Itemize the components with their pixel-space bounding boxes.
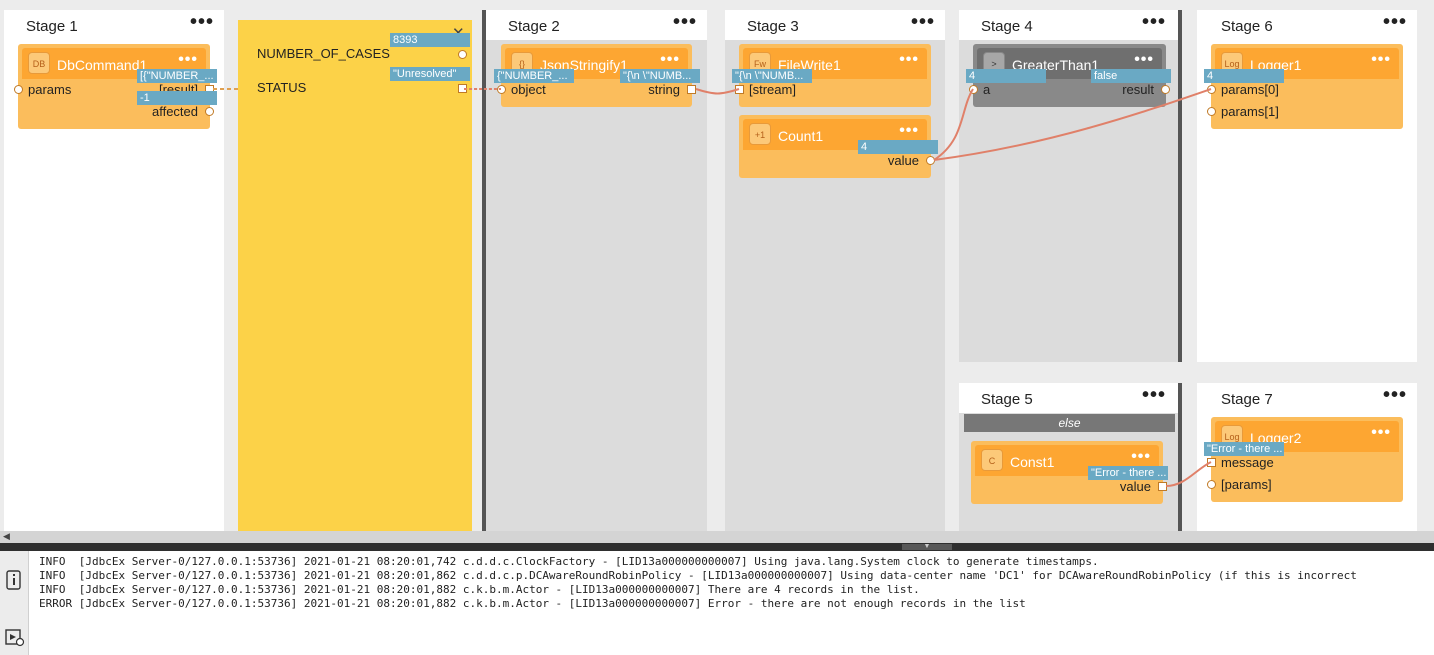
inspector-value-badge: 8393 <box>390 33 470 47</box>
port-label: object <box>511 82 546 97</box>
stage-title: Stage 2 <box>508 18 560 35</box>
stage-menu-button[interactable]: ••• <box>1142 385 1166 405</box>
port-label: params <box>28 82 72 97</box>
input-port[interactable] <box>1207 85 1216 94</box>
console-toolbar <box>0 551 29 655</box>
output-port[interactable] <box>205 107 214 116</box>
stage-title: Stage 4 <box>981 18 1033 35</box>
input-port[interactable] <box>969 85 978 94</box>
inspector-value-badge: "Unresolved" <box>390 67 470 81</box>
stage-title: Stage 3 <box>747 18 799 35</box>
port-value-badge: [{"NUMBER_... <box>137 69 217 83</box>
port-value-badge: false <box>1091 69 1171 83</box>
input-port[interactable] <box>497 85 506 94</box>
stage-menu-button[interactable]: ••• <box>1142 12 1166 32</box>
node-jsonstringify1[interactable]: {} JsonStringify1 ••• object string {"NU… <box>494 44 700 107</box>
input-port[interactable] <box>1207 480 1216 489</box>
output-port[interactable] <box>926 156 935 165</box>
log-line: INFO [JdbcEx Server-0/127.0.0.1:53736] 2… <box>39 583 920 596</box>
log-line: INFO [JdbcEx Server-0/127.0.0.1:53736] 2… <box>39 555 1099 568</box>
log-line: ERROR [JdbcEx Server-0/127.0.0.1:53736] … <box>39 597 1026 610</box>
port-value-badge: 4 <box>966 69 1046 83</box>
node-count1[interactable]: +1 Count1 ••• value 4 <box>739 115 938 178</box>
node-logger1[interactable]: Log Logger1 ••• params[0] params[1] 4 <box>1204 44 1403 129</box>
data-inspector-panel[interactable]: NUMBER_OF_CASES STATUS ✕ 8393 "Unresolve… <box>238 20 472 531</box>
stage-divider <box>1178 383 1182 531</box>
inspector-field-number-of-cases: NUMBER_OF_CASES <box>257 46 390 61</box>
node-logger2[interactable]: Log Logger2 ••• message [params] "Error … <box>1204 417 1403 502</box>
increment-icon: +1 <box>749 123 771 145</box>
node-title: Const1 <box>1010 454 1055 470</box>
stage-menu-button[interactable]: ••• <box>673 12 697 32</box>
port-value-badge: "Error - there ... <box>1204 442 1284 456</box>
triangle-left-icon[interactable]: ◀ <box>3 531 10 542</box>
node-menu-button[interactable]: ••• <box>1134 51 1154 69</box>
port-label: [stream] <box>749 82 796 97</box>
port-label: message <box>1221 455 1274 470</box>
stage-menu-button[interactable]: ••• <box>1383 12 1407 32</box>
port-label: value <box>1119 479 1151 494</box>
node-menu-button[interactable]: ••• <box>899 51 919 69</box>
node-const1[interactable]: C Const1 ••• value "Error - there ... <box>971 441 1168 504</box>
log-console[interactable]: INFO [JdbcEx Server-0/127.0.0.1:53736] 2… <box>29 551 1434 655</box>
stage-title: Stage 1 <box>26 18 78 35</box>
port-label: [params] <box>1221 477 1272 492</box>
panel-splitter[interactable]: ▼ <box>0 543 1434 551</box>
port-label: string <box>648 82 680 97</box>
stage-menu-button[interactable]: ••• <box>190 12 214 32</box>
port-value-badge: "{\n \"NUMB... <box>732 69 812 83</box>
input-port[interactable] <box>1207 458 1216 467</box>
port-value-badge: -1 <box>137 91 217 105</box>
output-port[interactable] <box>1161 85 1170 94</box>
stage-title: Stage 6 <box>1221 18 1273 35</box>
node-menu-button[interactable]: ••• <box>899 122 919 140</box>
else-branch-label: else <box>964 414 1175 432</box>
node-title: DbCommand1 <box>57 57 148 73</box>
stage-menu-button[interactable]: ••• <box>911 12 935 32</box>
database-icon: DB <box>28 52 50 74</box>
inspector-field-status: STATUS <box>257 80 307 95</box>
port-label: value <box>887 153 919 168</box>
output-port[interactable] <box>1158 482 1167 491</box>
port-value-badge: 4 <box>858 140 938 154</box>
port-value-badge: "Error - there ... <box>1088 466 1168 480</box>
stage-title: Stage 5 <box>981 391 1033 408</box>
port-value-badge: {"NUMBER_... <box>494 69 574 83</box>
node-greaterthan1[interactable]: > GreaterThan1 ••• a result 4 false <box>966 44 1171 107</box>
node-dbcommand1[interactable]: DB DbCommand1 ••• params [result] affect… <box>14 44 217 129</box>
port-label: affected <box>151 104 198 119</box>
node-title: Count1 <box>778 128 824 144</box>
constant-icon: C <box>981 449 1003 471</box>
info-icon[interactable] <box>5 569 23 591</box>
node-filewrite1[interactable]: Fw FileWrite1 ••• [stream] "{\n \"NUMB..… <box>732 44 931 107</box>
stage-divider <box>1178 10 1182 362</box>
port-label: result <box>1122 82 1154 97</box>
input-port[interactable] <box>14 85 23 94</box>
horizontal-scrollbar[interactable]: ◀ <box>0 531 1434 543</box>
node-menu-button[interactable]: ••• <box>1371 51 1391 69</box>
chevron-down-icon[interactable]: ▼ <box>902 543 952 550</box>
output-port[interactable] <box>458 50 467 59</box>
stage-title: Stage 7 <box>1221 391 1273 408</box>
node-menu-button[interactable]: ••• <box>660 51 680 69</box>
input-port[interactable] <box>1207 107 1216 116</box>
stage-menu-button[interactable]: ••• <box>1383 385 1407 405</box>
run-icon[interactable] <box>5 627 25 647</box>
port-label: params[1] <box>1221 104 1279 119</box>
port-label: a <box>983 82 991 97</box>
node-menu-button[interactable]: ••• <box>178 51 198 69</box>
port-value-badge: 4 <box>1204 69 1284 83</box>
node-menu-button[interactable]: ••• <box>1371 424 1391 442</box>
flow-canvas[interactable]: Stage 1 ••• NUMBER_OF_CASES STATUS ✕ 839… <box>0 0 1434 531</box>
port-label: params[0] <box>1221 82 1279 97</box>
node-menu-button[interactable]: ••• <box>1131 448 1151 466</box>
input-port[interactable] <box>735 85 744 94</box>
port-value-badge: "{\n \"NUMB... <box>620 69 700 83</box>
log-line: INFO [JdbcEx Server-0/127.0.0.1:53736] 2… <box>39 569 1357 582</box>
output-port[interactable] <box>687 85 696 94</box>
output-port[interactable] <box>458 84 467 93</box>
